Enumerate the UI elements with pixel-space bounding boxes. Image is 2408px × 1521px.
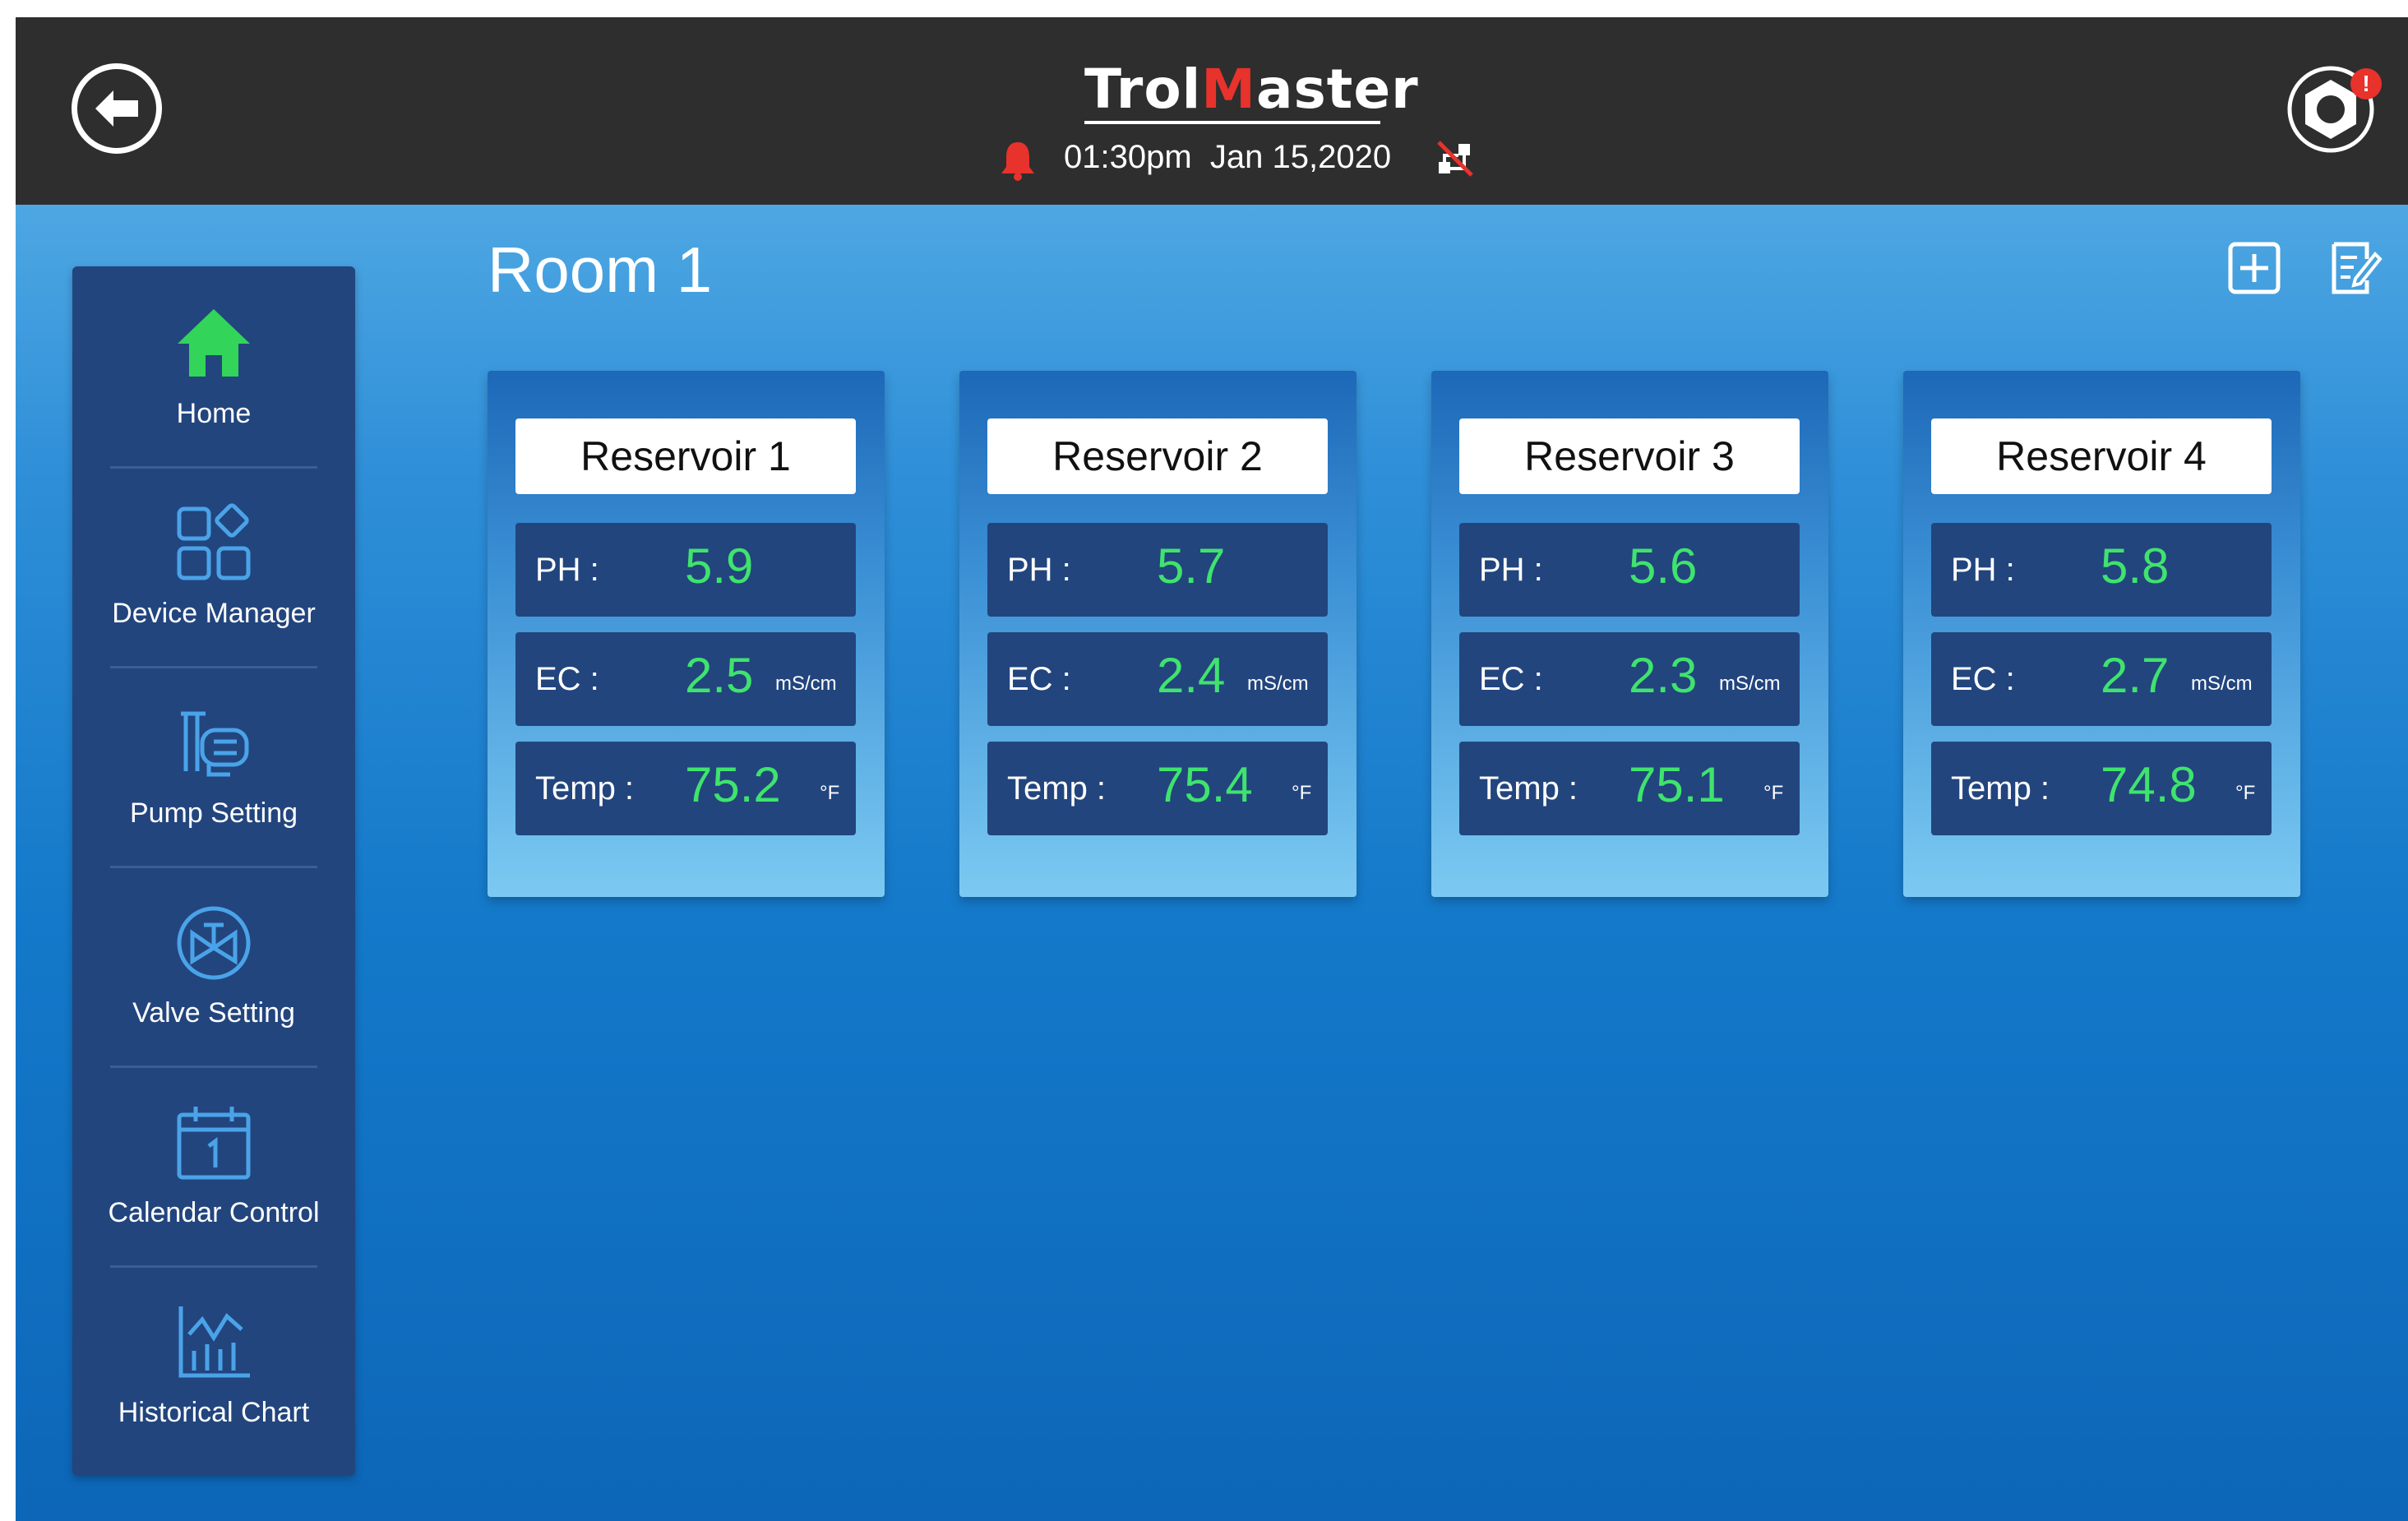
sidebar-item-home[interactable]: Home (72, 266, 355, 466)
brand-underline (1084, 121, 1380, 124)
ph-value: 5.6 (1629, 539, 1698, 594)
sidebar-item-label: Calendar Control (108, 1197, 320, 1228)
temp-reading: Temp : 75.2 °F (515, 742, 856, 835)
add-icon (2228, 242, 2281, 294)
ec-label: EC : (535, 661, 599, 697)
valve-icon (177, 906, 251, 980)
brand-text-suffix: aster (1255, 58, 1419, 121)
reservoir-card[interactable]: Reservoir 2 PH : 5.7 EC : 2.4 mS/cm Temp… (959, 371, 1357, 897)
temp-reading: Temp : 75.4 °F (987, 742, 1328, 835)
ph-value: 5.8 (2101, 539, 2170, 594)
sidebar-item-historical-chart[interactable]: Historical Chart (72, 1265, 355, 1465)
reservoir-name: Reservoir 3 (1459, 418, 1800, 494)
temp-unit: °F (2235, 782, 2256, 804)
ec-unit: mS/cm (1719, 673, 1781, 695)
ec-unit: mS/cm (775, 673, 837, 695)
ec-value: 2.4 (1157, 648, 1226, 703)
ec-unit: mS/cm (1247, 673, 1309, 695)
temp-value: 75.1 (1629, 757, 1725, 812)
temp-value: 75.2 (685, 757, 781, 812)
temp-unit: °F (1292, 782, 1312, 804)
sidebar-item-label: Home (176, 398, 252, 429)
add-button[interactable] (2225, 239, 2283, 297)
reservoir-name: Reservoir 4 (1931, 418, 2272, 494)
ec-unit: mS/cm (2191, 673, 2253, 695)
brand-text-prefix: Trol (1084, 58, 1202, 121)
ph-label: PH : (1951, 552, 2015, 588)
temp-reading: Temp : 75.1 °F (1459, 742, 1800, 835)
reservoir-name: Reservoir 1 (515, 418, 856, 494)
bell-icon[interactable] (998, 139, 1038, 182)
network-disconnected-icon (1437, 141, 1473, 177)
status-row: 01:30pm Jan 15,2020 (998, 132, 1491, 182)
back-arrow-icon (95, 90, 138, 127)
ph-value: 5.7 (1157, 539, 1226, 594)
reservoir-card[interactable]: Reservoir 1 PH : 5.9 EC : 2.5 mS/cm Temp… (488, 371, 885, 897)
ec-reading: EC : 2.7 mS/cm (1931, 632, 2272, 726)
ph-reading: PH : 5.6 (1459, 523, 1800, 617)
edit-button[interactable] (2326, 239, 2383, 297)
sidebar-item-label: Historical Chart (118, 1397, 310, 1428)
datetime: 01:30pm Jan 15,2020 (1064, 137, 1391, 177)
ph-label: PH : (535, 552, 599, 588)
ec-label: EC : (1951, 661, 2015, 697)
ph-label: PH : (1479, 552, 1543, 588)
ph-reading: PH : 5.8 (1931, 523, 2272, 617)
ec-value: 2.3 (1629, 648, 1698, 703)
page-title: Room 1 (488, 233, 713, 306)
sidebar-item-calendar-control[interactable]: Calendar Control (72, 1066, 355, 1265)
sidebar-item-label: Device Manager (112, 598, 316, 629)
sidebar-item-label: Pump Setting (129, 797, 298, 829)
temp-value: 74.8 (2101, 757, 2197, 812)
sidebar-item-pump-setting[interactable]: Pump Setting (72, 666, 355, 866)
temp-unit: °F (1763, 782, 1784, 804)
ec-reading: EC : 2.5 mS/cm (515, 632, 856, 726)
ec-value: 2.5 (685, 648, 754, 703)
sidebar-nav: Home Device Manager Pump Setting Valve S… (72, 266, 355, 1476)
ec-reading: EC : 2.4 mS/cm (987, 632, 1328, 726)
brand-text-accent: M (1201, 58, 1256, 121)
device-manager-icon (177, 503, 251, 580)
ph-reading: PH : 5.9 (515, 523, 856, 617)
app-screen: TrolMaster 01:30pm Jan 15,2020 ! Home De… (16, 17, 2408, 1521)
ec-label: EC : (1007, 661, 1071, 697)
temp-unit: °F (820, 782, 840, 804)
temp-label: Temp : (535, 770, 635, 807)
temp-label: Temp : (1951, 770, 2050, 807)
reservoir-card[interactable]: Reservoir 4 PH : 5.8 EC : 2.7 mS/cm Temp… (1903, 371, 2300, 897)
clock-date: Jan 15,2020 (1209, 139, 1392, 175)
alert-badge: ! (2350, 68, 2382, 99)
reservoir-name: Reservoir 2 (987, 418, 1328, 494)
chart-icon (178, 1306, 250, 1378)
sidebar-item-label: Valve Setting (132, 997, 295, 1029)
ph-reading: PH : 5.7 (987, 523, 1328, 617)
clock-time: 01:30pm (1064, 139, 1192, 175)
brand-logo: TrolMaster (1084, 57, 1418, 123)
reservoir-card[interactable]: Reservoir 3 PH : 5.6 EC : 2.3 mS/cm Temp… (1431, 371, 1828, 897)
ec-reading: EC : 2.3 mS/cm (1459, 632, 1800, 726)
ph-value: 5.9 (685, 539, 754, 594)
pump-icon (181, 711, 249, 777)
top-bar: TrolMaster 01:30pm Jan 15,2020 ! (16, 17, 2408, 205)
ec-value: 2.7 (2101, 648, 2170, 703)
sidebar-item-valve-setting[interactable]: Valve Setting (72, 866, 355, 1066)
ph-label: PH : (1007, 552, 1071, 588)
temp-label: Temp : (1479, 770, 1578, 807)
back-button[interactable] (72, 63, 162, 154)
temp-label: Temp : (1007, 770, 1107, 807)
home-icon (178, 309, 250, 377)
sidebar-item-device-manager[interactable]: Device Manager (72, 466, 355, 666)
calendar-icon (177, 1107, 251, 1180)
temp-reading: Temp : 74.8 °F (1931, 742, 2272, 835)
ec-label: EC : (1479, 661, 1543, 697)
edit-note-icon (2332, 242, 2383, 294)
temp-value: 75.4 (1157, 757, 1253, 812)
